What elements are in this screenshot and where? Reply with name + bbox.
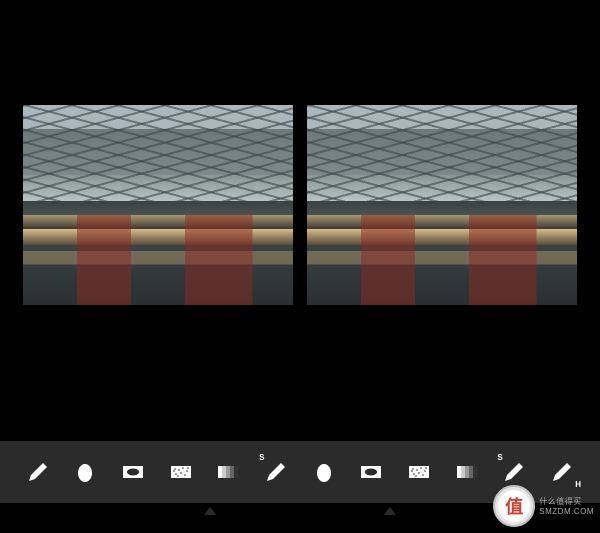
preview-image-left[interactable] <box>23 105 293 305</box>
watermark-text-1: 什么值得买 <box>539 496 594 507</box>
tool-sharpen-brush[interactable]: S <box>261 457 291 487</box>
tool-highlight-brush[interactable]: H <box>547 457 577 487</box>
tool-blob-2[interactable] <box>309 457 339 487</box>
tool-vignette-2[interactable] <box>356 457 386 487</box>
tool-blob[interactable] <box>70 457 100 487</box>
indicator-arrow-icon <box>204 507 216 515</box>
indicator-arrow-icon <box>384 507 396 515</box>
watermark-text-2: SMZDM.COM <box>539 507 594 516</box>
watermark: 值 什么值得买 SMZDM.COM <box>493 485 594 527</box>
watermark-badge: 值 <box>493 485 535 527</box>
tool-gradient-2[interactable] <box>452 457 482 487</box>
badge-s-icon: S <box>259 453 264 462</box>
badge-s-icon: S <box>497 453 502 462</box>
tool-sharpen-brush-2[interactable]: S <box>499 457 529 487</box>
preview-area <box>0 0 600 410</box>
tool-brush[interactable] <box>23 457 53 487</box>
preview-image-right[interactable] <box>307 105 577 305</box>
tool-gradient[interactable] <box>213 457 243 487</box>
tool-vignette[interactable] <box>118 457 148 487</box>
watermark-character: 值 <box>505 493 523 519</box>
tool-noise-2[interactable] <box>404 457 434 487</box>
tool-noise[interactable] <box>166 457 196 487</box>
